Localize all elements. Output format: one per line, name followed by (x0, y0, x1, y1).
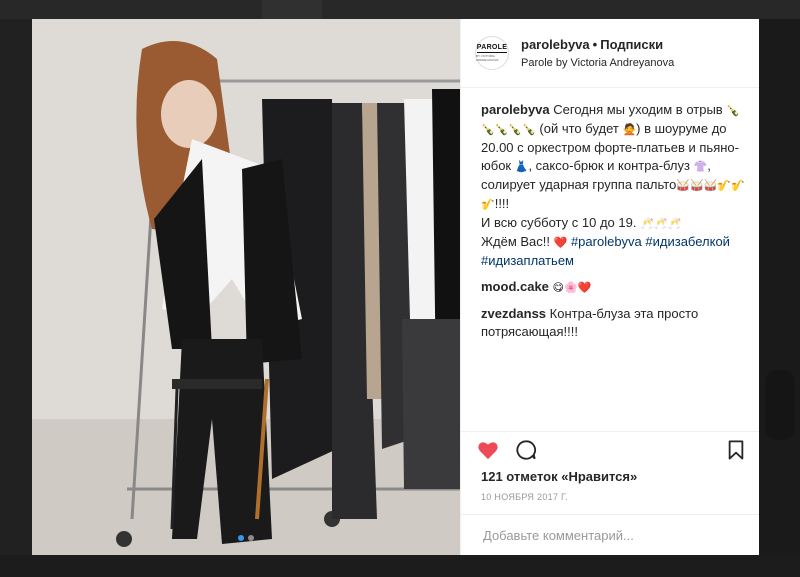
caption: parolebyva Сегодня мы уходим в отрыв 🍾🍾🍾… (481, 101, 745, 270)
heart-emoji: ❤️ (553, 236, 568, 249)
likes-count[interactable]: 121 отметок «Нравится» (461, 467, 759, 484)
avatar-brand: PAROLE (476, 44, 508, 53)
heart-icon (478, 441, 498, 459)
glasses-emoji: 🥂🥂🥂 (640, 217, 682, 230)
comment-item: zvezdanss Контра-блуза эта просто потряс… (481, 305, 745, 341)
carousel-indicator (32, 535, 460, 541)
header-subtitle: Parole by Victoria Andreyanova (521, 57, 675, 69)
comment-emoji: 😋🌸❤️ (552, 281, 592, 294)
action-bar (461, 431, 759, 467)
comment-icon (516, 439, 537, 460)
like-button[interactable] (477, 440, 499, 460)
caption-username[interactable]: parolebyva (481, 102, 550, 117)
post-date[interactable]: 10 НОЯБРЯ 2017 Г. (461, 484, 759, 514)
comments-list: parolebyva Сегодня мы уходим в отрыв 🍾🍾🍾… (461, 88, 759, 431)
comment-button[interactable] (515, 439, 537, 461)
header-text: parolebyva • Подписки Parole by Victoria A… (521, 37, 674, 69)
header-separator: • (592, 37, 598, 52)
caption-text: , саксо-брюк и контра-блуз (528, 158, 690, 173)
bookmark-icon (728, 439, 744, 460)
carousel-dot[interactable] (238, 535, 244, 541)
post-sidebar: PAROLE BY VICTORIA ANDREYANOVA parolebyv… (460, 19, 759, 555)
blouse-emoji: 👚 (693, 160, 708, 173)
avatar[interactable]: PAROLE BY VICTORIA ANDREYANOVA (475, 36, 509, 70)
comment-item: mood.cake 😋🌸❤️ (481, 278, 745, 297)
hashtag-link[interactable]: #идизаплатьем (481, 253, 574, 268)
follow-button[interactable]: Подписки (600, 37, 663, 52)
caption-text: !!!! (494, 196, 510, 211)
comment-input[interactable] (481, 526, 745, 544)
dress-emoji: 👗 (514, 160, 529, 173)
hashtag-link[interactable]: #идизабелкой (645, 234, 730, 249)
hashtag-link[interactable]: #parolebyva (571, 234, 642, 249)
header-username[interactable]: parolebyva (521, 37, 590, 52)
post-header: PAROLE BY VICTORIA ANDREYANOVA parolebyv… (461, 19, 759, 88)
avatar-tagline: BY VICTORIA ANDREYANOVA (476, 54, 499, 62)
post-modal: PAROLE BY VICTORIA ANDREYANOVA parolebyv… (32, 19, 759, 555)
caption-text: Сегодня мы уходим в отрыв (553, 102, 723, 117)
carousel-dot[interactable] (248, 535, 254, 541)
caption-text: Ждём Вас!! (481, 234, 550, 249)
save-button[interactable] (727, 439, 745, 460)
fashion-photo-image (32, 19, 460, 555)
caption-text: И всю субботу с 10 до 19. (481, 215, 637, 230)
post-photo[interactable] (32, 19, 460, 555)
add-comment-section (461, 514, 759, 555)
caption-text: (ой что будет (539, 121, 619, 136)
comment-username[interactable]: mood.cake (481, 279, 549, 294)
comment-username[interactable]: zvezdanss (481, 306, 546, 321)
gesture-emoji: 🙅 (622, 123, 637, 136)
